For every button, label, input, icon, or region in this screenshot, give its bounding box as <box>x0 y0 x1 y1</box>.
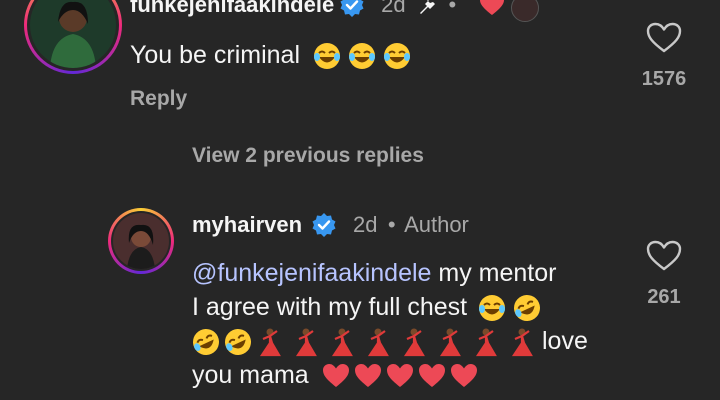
red-heart-emoji-icon <box>354 361 386 389</box>
rofl-emoji-icon <box>513 293 541 322</box>
reply-button[interactable]: Reply <box>130 87 187 111</box>
pin-icon <box>416 0 438 21</box>
like-heart-icon[interactable] <box>646 22 682 59</box>
avatar[interactable] <box>24 0 122 74</box>
laughing-tears-emoji-icon <box>478 293 513 322</box>
laughing-tears-emoji-icon <box>383 41 411 70</box>
like-heart-icon[interactable] <box>646 240 682 277</box>
comment-timestamp: 2d <box>381 0 406 17</box>
like-count: 1576 <box>641 68 687 90</box>
comment-timestamp: 2d <box>352 212 378 237</box>
red-heart-emoji-icon <box>322 361 354 389</box>
laughing-tears-emoji-icon <box>313 41 348 70</box>
creator-liked-heart-icon <box>479 0 505 21</box>
comment-text: love <box>542 327 588 355</box>
red-heart-emoji-icon <box>418 361 450 389</box>
comment-text: you mama <box>192 361 309 389</box>
comment-text: You be criminal <box>130 41 301 69</box>
comment-username[interactable]: funkejenifaakindele <box>130 0 334 17</box>
verified-badge-icon <box>339 0 365 23</box>
separator-dot: • <box>387 212 396 237</box>
view-previous-replies-button[interactable]: View 2 previous replies <box>192 144 424 168</box>
dancer-emoji-icon <box>288 327 324 357</box>
avatar-photo <box>113 213 169 269</box>
verified-badge-icon <box>311 212 337 243</box>
comment-username[interactable]: myhairven <box>192 212 302 237</box>
creator-avatar-small <box>511 0 540 22</box>
dancer-emoji-icon <box>504 327 540 357</box>
dancer-emoji-icon <box>324 327 360 357</box>
comment-text: my mentor <box>431 259 557 287</box>
rofl-emoji-icon <box>224 327 252 356</box>
dancer-emoji-icon <box>252 327 288 357</box>
red-heart-emoji-icon <box>450 361 482 389</box>
red-heart-emoji-icon <box>386 361 418 389</box>
dancer-emoji-icon <box>396 327 432 357</box>
separator-dot: • <box>448 0 457 17</box>
dancer-emoji-icon <box>360 327 396 357</box>
mention-link[interactable]: @funkejenifaakindele <box>192 259 431 287</box>
laughing-tears-emoji-icon <box>348 41 383 70</box>
dancer-emoji-icon <box>432 327 468 357</box>
avatar[interactable] <box>108 208 174 274</box>
dancer-emoji-icon <box>468 327 504 357</box>
reply-comment-body: @funkejenifaakindele my mentor I agree w… <box>192 256 622 392</box>
like-count: 261 <box>647 286 681 308</box>
comment-text: I agree with my full chest <box>192 293 468 321</box>
rofl-emoji-icon <box>192 327 220 356</box>
author-label: Author <box>404 212 469 237</box>
